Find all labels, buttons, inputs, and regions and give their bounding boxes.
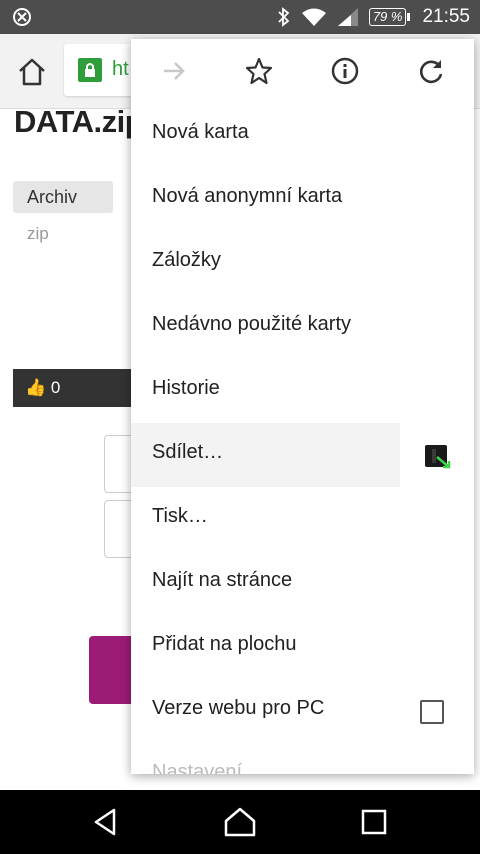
bookmark-star-icon[interactable] xyxy=(243,55,275,87)
menu-item-label: Najít na stránce xyxy=(152,569,293,591)
menu-item-share[interactable]: Sdílet… xyxy=(131,423,474,487)
page-title: DATA.zip xyxy=(14,104,144,139)
cell-signal-icon xyxy=(337,8,358,26)
wifi-icon xyxy=(301,8,326,26)
menu-item-new-tab[interactable]: Nová karta xyxy=(131,103,474,167)
menu-item-desktop-site[interactable]: Verze webu pro PC xyxy=(131,679,474,743)
recents-icon[interactable] xyxy=(356,804,392,840)
menu-item-new-incognito-tab[interactable]: Nová anonymní karta xyxy=(131,167,474,231)
share-app-icon[interactable] xyxy=(423,441,453,471)
app-notification-icon xyxy=(13,8,31,26)
menu-item-label: Historie xyxy=(152,377,220,399)
menu-item-settings[interactable]: Nastavení xyxy=(152,761,242,774)
file-extension: zip xyxy=(27,224,49,243)
menu-item-add-to-home[interactable]: Přidat na plochu xyxy=(131,615,474,679)
menu-item-label: Záložky xyxy=(152,249,221,271)
menu-item-label: Přidat na plochu xyxy=(152,633,297,655)
reload-icon[interactable] xyxy=(415,55,447,87)
menu-item-history[interactable]: Historie xyxy=(131,359,474,423)
menu-item-find-in-page[interactable]: Najít na stránce xyxy=(131,551,474,615)
home-nav-icon[interactable] xyxy=(222,804,258,840)
menu-item-print[interactable]: Tisk… xyxy=(131,487,474,551)
category-tag[interactable]: Archiv xyxy=(13,181,113,213)
status-bar: 79 % 21:55 xyxy=(0,0,480,34)
like-count: 0 xyxy=(50,378,61,397)
bluetooth-icon xyxy=(278,7,290,27)
menu-item-label: Nová anonymní karta xyxy=(152,185,343,207)
menu-item-label: Verze webu pro PC xyxy=(152,697,325,719)
menu-item-bookmarks[interactable]: Záložky xyxy=(131,231,474,295)
battery-indicator: 79 % xyxy=(368,8,411,26)
thumbs-up-icon: 👍 xyxy=(25,378,47,397)
menu-item-label: Tisk… xyxy=(152,505,208,527)
desktop-site-checkbox[interactable] xyxy=(420,700,444,724)
lock-icon xyxy=(78,58,102,82)
forward-icon[interactable] xyxy=(158,55,190,87)
home-icon[interactable] xyxy=(16,56,48,88)
menu-item-label: Sdílet… xyxy=(152,441,224,463)
url-text: ht xyxy=(112,58,129,80)
overflow-menu: Nová karta Nová anonymní karta Záložky N… xyxy=(131,39,474,774)
menu-action-row xyxy=(131,39,474,103)
back-icon[interactable] xyxy=(88,804,124,840)
menu-item-label: Nedávno použité karty xyxy=(152,313,352,335)
clock: 21:55 xyxy=(422,6,470,27)
system-nav-bar xyxy=(0,790,480,854)
menu-item-recent-tabs[interactable]: Nedávno použité karty xyxy=(131,295,474,359)
menu-item-label: Nová karta xyxy=(152,121,249,143)
info-icon[interactable] xyxy=(329,55,361,87)
